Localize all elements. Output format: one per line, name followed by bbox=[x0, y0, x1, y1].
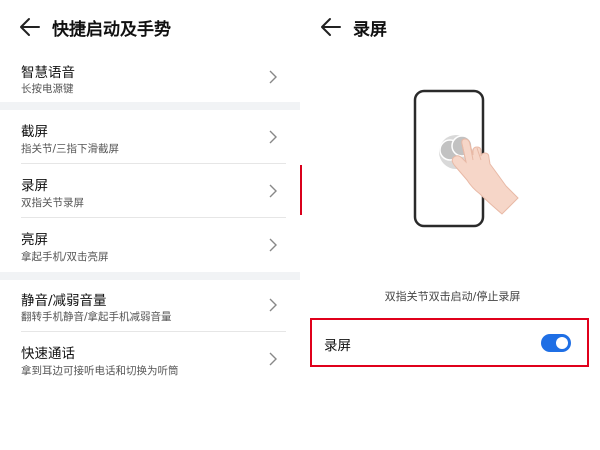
item-subtitle: 拿到耳边可接听电话和切换为听筒 bbox=[21, 365, 179, 377]
menu-item-mute-volume[interactable]: 静音/减弱音量 翻转手机静音/拿起手机减弱音量 bbox=[0, 280, 300, 332]
gesture-settings-panel: 快捷启动及手势 智慧语音 长按电源键 截屏 指关节/三指下滑截屏 录屏 双指关节… bbox=[0, 0, 300, 450]
screen-record-toggle[interactable] bbox=[541, 334, 571, 352]
item-title: 智慧语音 bbox=[21, 65, 75, 81]
item-subtitle: 长按电源键 bbox=[21, 83, 74, 95]
toggle-knob bbox=[556, 337, 568, 349]
menu-item-screenshot[interactable]: 截屏 指关节/三指下滑截屏 bbox=[0, 110, 300, 163]
item-subtitle: 指关节/三指下滑截屏 bbox=[21, 143, 120, 155]
item-subtitle: 翻转手机静音/拿起手机减弱音量 bbox=[21, 311, 172, 323]
phone-gesture-illustration bbox=[410, 88, 525, 233]
menu-item-smart-voice[interactable]: 智慧语音 长按电源键 bbox=[0, 54, 300, 100]
item-title: 亮屏 bbox=[21, 232, 48, 248]
item-title: 截屏 bbox=[21, 124, 48, 140]
section-divider bbox=[0, 272, 300, 280]
chevron-right-icon bbox=[269, 70, 277, 84]
back-arrow-icon[interactable] bbox=[319, 16, 343, 38]
screen-record-setting-row: 录屏 bbox=[310, 318, 589, 367]
item-title: 录屏 bbox=[21, 178, 48, 194]
menu-item-wake-screen[interactable]: 亮屏 拿起手机/双击亮屏 bbox=[0, 218, 300, 271]
item-subtitle: 拿起手机/双击亮屏 bbox=[21, 251, 109, 263]
page-title: 快捷启动及手势 bbox=[52, 20, 171, 40]
menu-item-screen-record[interactable]: 录屏 双指关节录屏 bbox=[0, 164, 300, 217]
item-title: 静音/减弱音量 bbox=[21, 293, 107, 309]
chevron-right-icon bbox=[269, 238, 277, 252]
right-header: 录屏 bbox=[305, 0, 600, 54]
item-subtitle: 双指关节录屏 bbox=[21, 197, 84, 209]
setting-label: 录屏 bbox=[324, 338, 351, 354]
item-title: 快速通话 bbox=[21, 346, 75, 362]
chevron-right-icon bbox=[269, 298, 277, 312]
chevron-right-icon bbox=[269, 352, 277, 366]
chevron-right-icon bbox=[269, 130, 277, 144]
gesture-caption: 双指关节双击启动/停止录屏 bbox=[384, 290, 521, 303]
chevron-right-icon bbox=[269, 184, 277, 198]
screen-record-panel: 录屏 双指关节双击启动/停止录屏 录屏 bbox=[305, 0, 600, 450]
selection-indicator bbox=[300, 165, 302, 215]
left-header: 快捷启动及手势 bbox=[0, 0, 300, 54]
section-divider bbox=[0, 102, 300, 110]
menu-item-quick-call[interactable]: 快速通话 拿到耳边可接听电话和切换为听筒 bbox=[0, 332, 300, 385]
back-arrow-icon[interactable] bbox=[18, 16, 42, 38]
page-title: 录屏 bbox=[353, 20, 387, 40]
